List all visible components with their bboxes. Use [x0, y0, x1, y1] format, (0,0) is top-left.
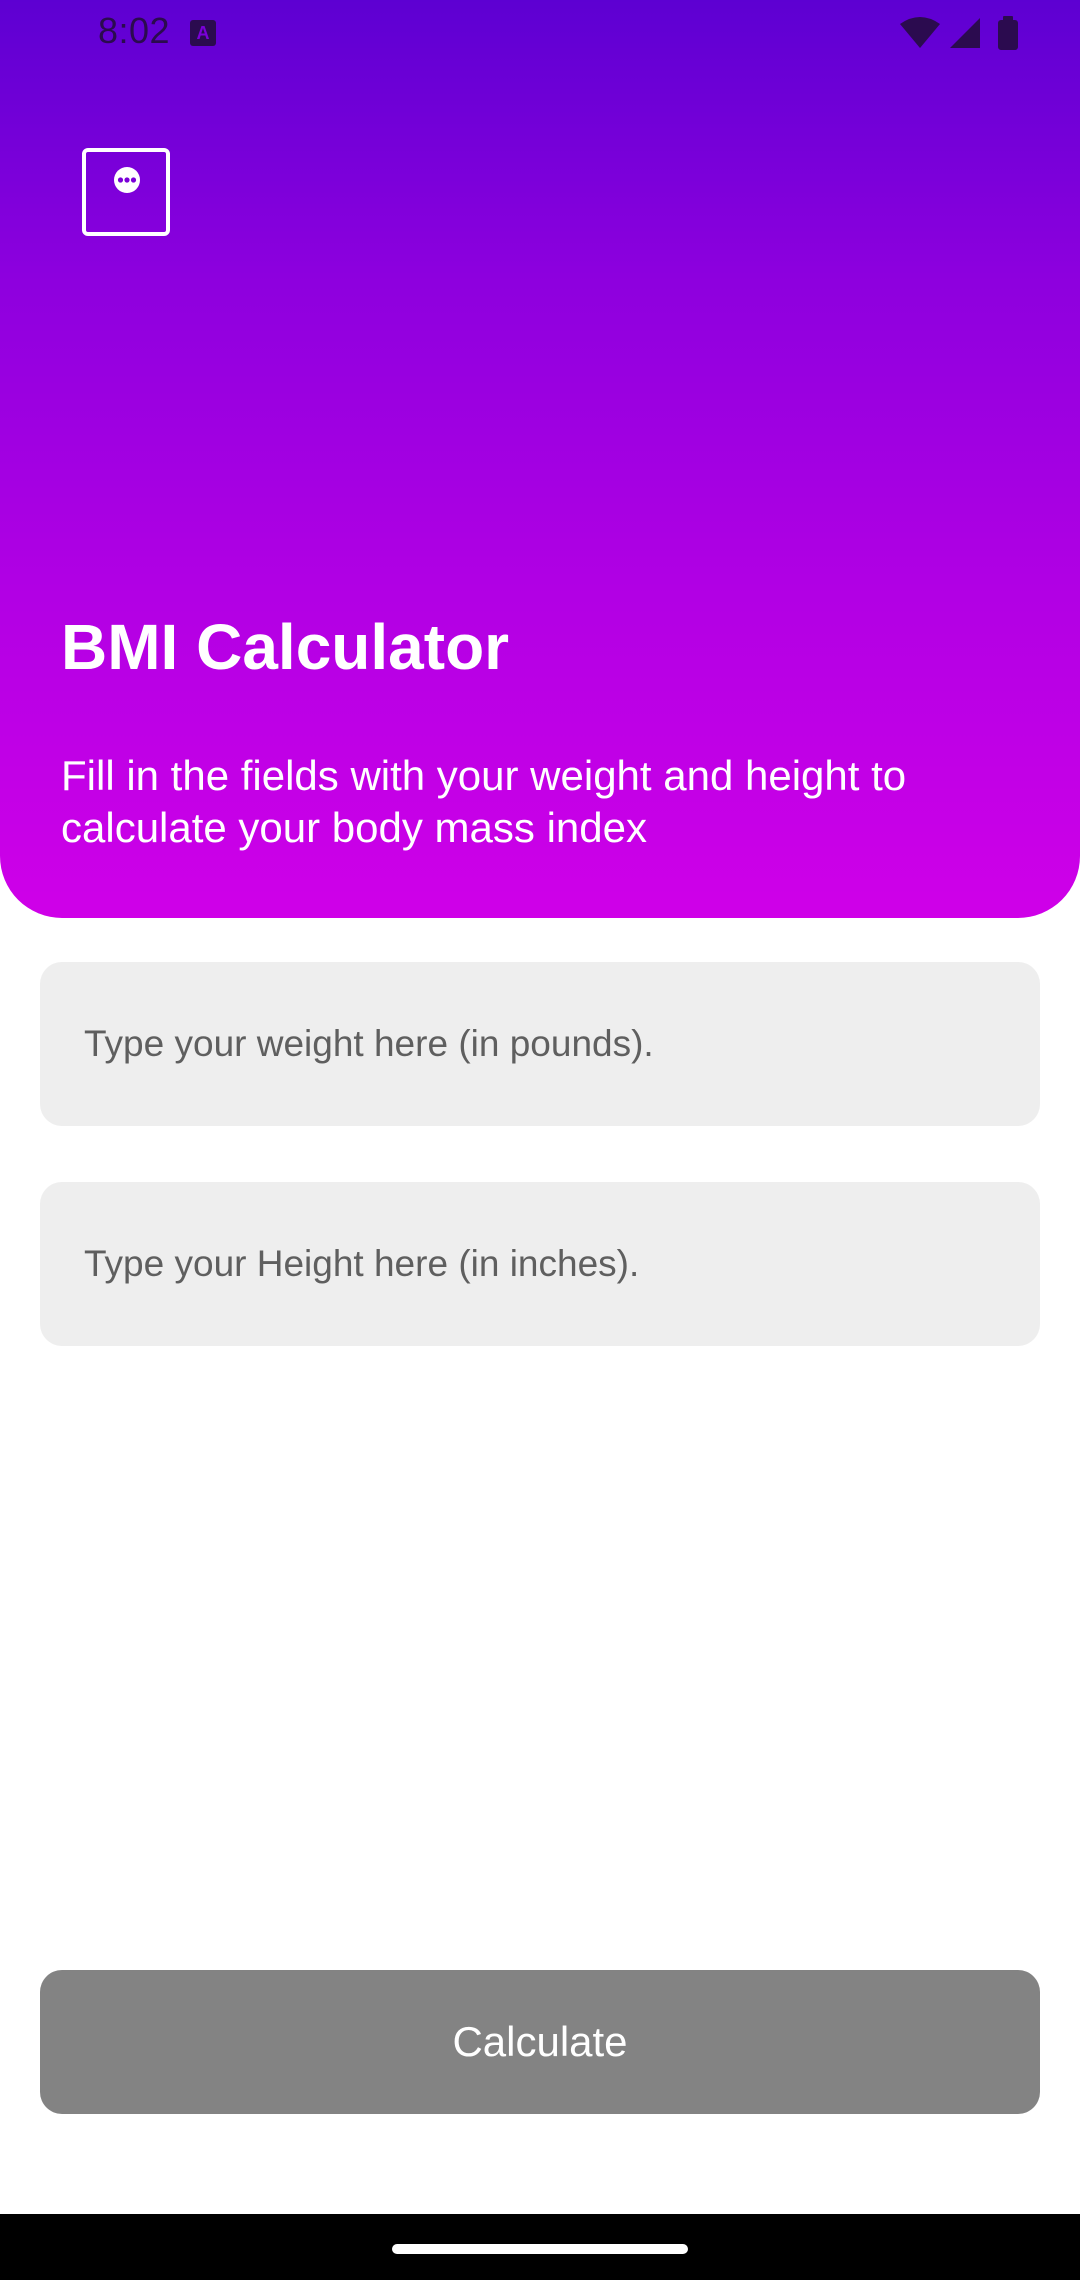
weight-input[interactable] — [40, 962, 1040, 1126]
page-subtitle: Fill in the fields with your weight and … — [61, 752, 907, 851]
navigation-bar — [0, 2214, 1080, 2280]
status-bar: 8:02 A — [0, 0, 1080, 66]
keyboard-a-icon: A — [190, 20, 216, 46]
cell-signal-icon — [950, 18, 980, 48]
page-title: BMI Calculator — [61, 611, 510, 683]
header-banner: 8:02 A BMI Calculator Fill in the fields… — [0, 0, 1080, 918]
home-gesture-handle[interactable] — [392, 2244, 688, 2254]
wifi-icon — [900, 17, 940, 48]
menu-dots-icon — [114, 167, 140, 193]
battery-icon — [998, 16, 1018, 50]
height-input[interactable] — [40, 1182, 1040, 1346]
bmi-calculator-screen: 8:02 A BMI Calculator Fill in the fields… — [0, 0, 1080, 2280]
status-icons — [898, 14, 1038, 54]
status-time: 8:02 — [98, 10, 171, 51]
menu-button[interactable] — [82, 148, 170, 236]
calculate-button[interactable]: Calculate — [40, 1970, 1040, 2114]
